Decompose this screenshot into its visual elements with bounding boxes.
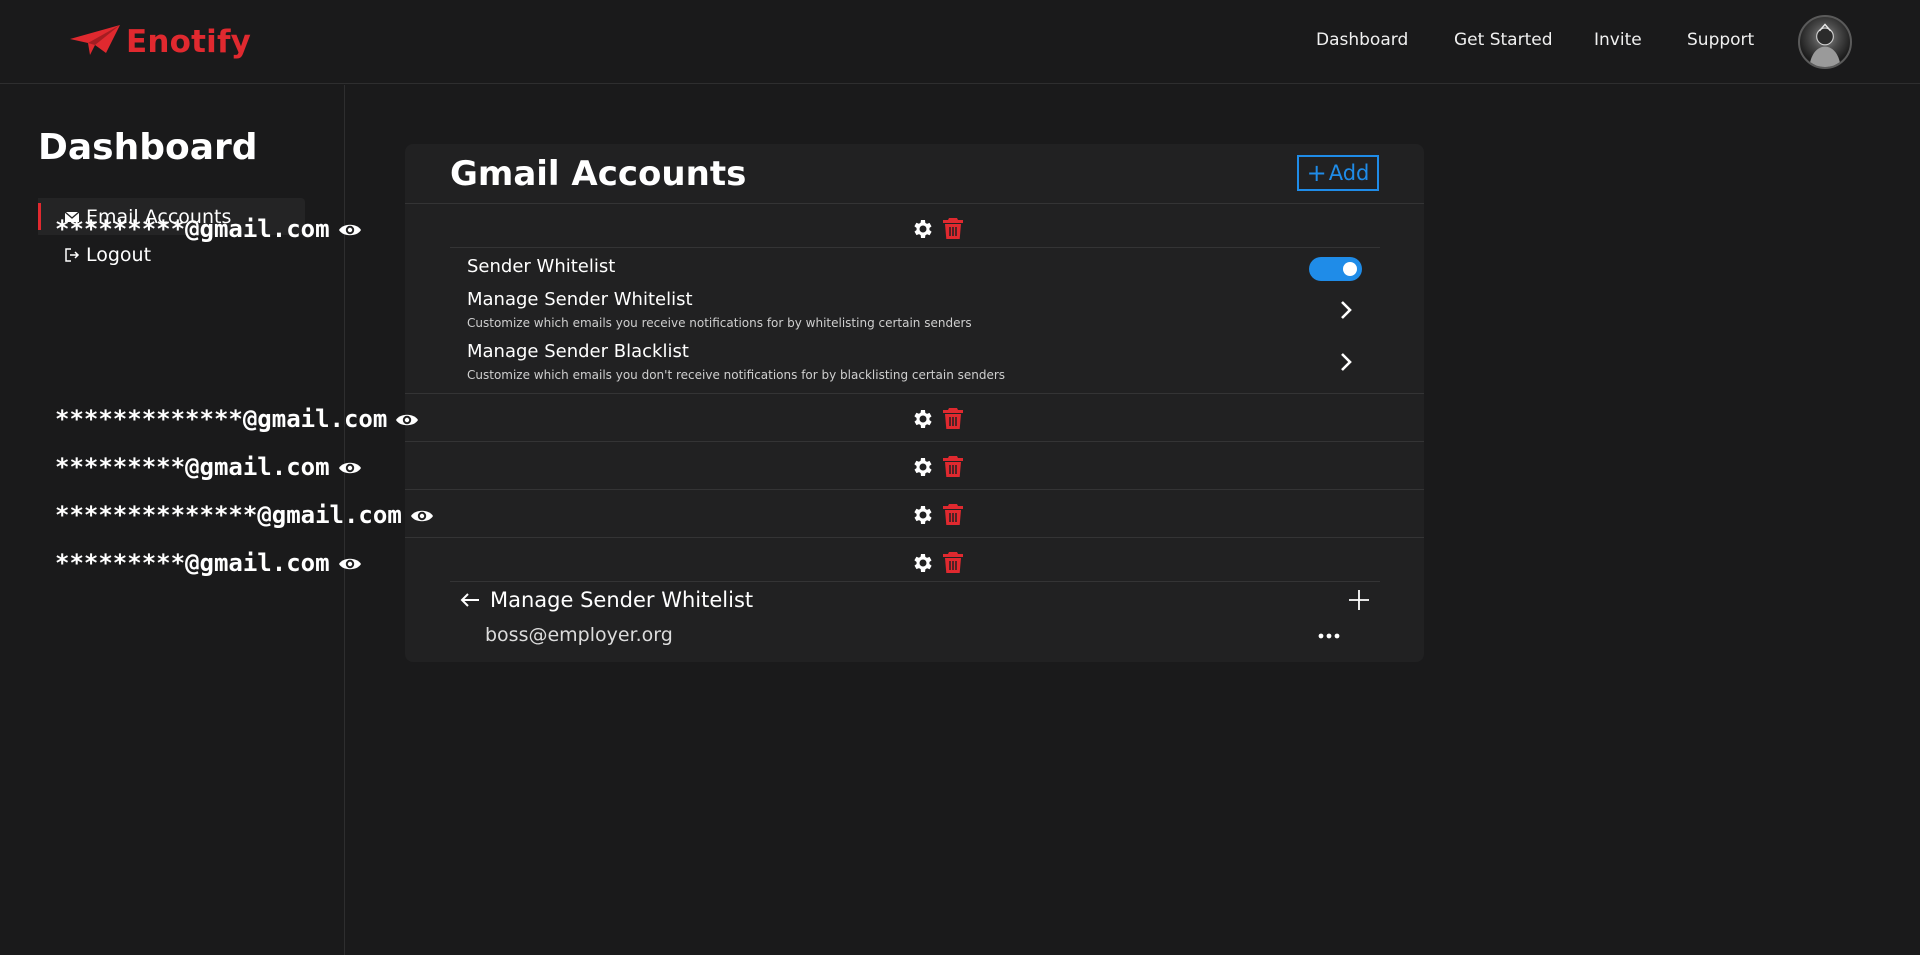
eye-icon[interactable] bbox=[410, 507, 434, 525]
top-navigation-bar: Enotify Dashboard Get Started Invite Sup… bbox=[0, 0, 1920, 84]
divider bbox=[405, 393, 1424, 394]
gear-icon[interactable] bbox=[910, 551, 934, 575]
eye-icon[interactable] bbox=[338, 555, 362, 573]
account-email: *************@gmail.com bbox=[55, 405, 419, 433]
account-email: *********@gmail.com bbox=[55, 215, 362, 243]
sender-whitelist-label: Sender Whitelist bbox=[467, 256, 616, 277]
manage-whitelist-description: Customize which emails you receive notif… bbox=[467, 316, 972, 330]
chevron-right-icon[interactable] bbox=[1339, 299, 1353, 321]
page-title: Gmail Accounts bbox=[450, 154, 747, 194]
eye-icon[interactable] bbox=[338, 221, 362, 239]
back-arrow-icon[interactable] bbox=[459, 591, 481, 609]
brand-logo[interactable]: Enotify bbox=[68, 22, 251, 62]
trash-icon[interactable] bbox=[943, 217, 963, 240]
nav-dashboard[interactable]: Dashboard bbox=[1316, 30, 1408, 50]
nav-support[interactable]: Support bbox=[1687, 30, 1754, 50]
trash-icon[interactable] bbox=[943, 455, 963, 478]
manage-whitelist-label: Manage Sender Whitelist bbox=[467, 289, 693, 310]
account-email: *********@gmail.com bbox=[55, 549, 362, 577]
nav-invite[interactable]: Invite bbox=[1594, 30, 1642, 50]
more-options-icon[interactable] bbox=[1318, 633, 1340, 639]
add-account-button[interactable]: + Add bbox=[1297, 155, 1379, 191]
gear-icon[interactable] bbox=[910, 407, 934, 431]
nav-get-started[interactable]: Get Started bbox=[1454, 30, 1552, 50]
gear-icon[interactable] bbox=[910, 455, 934, 479]
divider bbox=[450, 247, 1380, 248]
account-row[interactable]: *************@gmail.com bbox=[45, 401, 975, 437]
whitelist-panel-title: Manage Sender Whitelist bbox=[490, 588, 754, 612]
plus-icon: + bbox=[1306, 159, 1327, 187]
divider bbox=[405, 537, 1424, 538]
manage-blacklist-description: Customize which emails you don't receive… bbox=[467, 368, 1006, 382]
manage-blacklist-label: Manage Sender Blacklist bbox=[467, 341, 689, 362]
add-whitelist-entry-icon[interactable] bbox=[1348, 589, 1370, 611]
sender-whitelist-toggle[interactable] bbox=[1309, 257, 1362, 281]
divider bbox=[405, 441, 1424, 442]
whitelist-entry-email: boss@employer.org bbox=[485, 624, 673, 646]
paper-plane-icon bbox=[68, 23, 122, 61]
divider bbox=[450, 581, 1380, 582]
gear-icon[interactable] bbox=[910, 217, 934, 241]
trash-icon[interactable] bbox=[943, 503, 963, 526]
account-row[interactable]: *********@gmail.com bbox=[45, 449, 975, 485]
account-email: **************@gmail.com bbox=[55, 501, 434, 529]
gear-icon[interactable] bbox=[910, 503, 934, 527]
eye-icon[interactable] bbox=[395, 411, 419, 429]
add-button-label: Add bbox=[1328, 161, 1370, 185]
eye-icon[interactable] bbox=[338, 459, 362, 477]
account-email: *********@gmail.com bbox=[55, 453, 362, 481]
divider bbox=[405, 489, 1424, 490]
sidebar-title: Dashboard bbox=[38, 127, 258, 168]
account-row[interactable]: *********@gmail.com bbox=[45, 545, 975, 581]
trash-icon[interactable] bbox=[943, 407, 963, 430]
account-row[interactable]: **************@gmail.com bbox=[45, 497, 975, 533]
brand-name: Enotify bbox=[126, 24, 252, 60]
user-avatar[interactable] bbox=[1798, 15, 1852, 69]
account-row[interactable]: *********@gmail.com bbox=[45, 211, 975, 247]
divider bbox=[405, 203, 1424, 204]
chevron-right-icon[interactable] bbox=[1339, 351, 1353, 373]
trash-icon[interactable] bbox=[943, 551, 963, 574]
logout-icon bbox=[60, 247, 84, 263]
